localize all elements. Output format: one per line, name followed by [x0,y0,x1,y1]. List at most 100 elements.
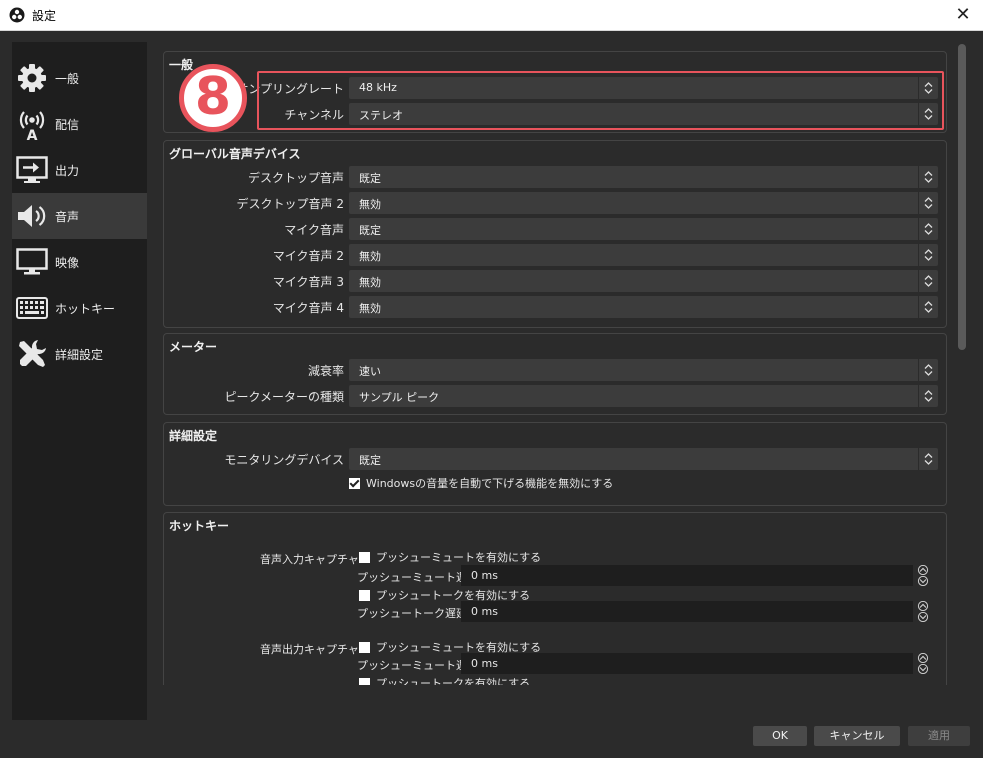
audio-device-row: マイク音声 4 無効 [164,296,948,318]
cancel-button[interactable]: キャンセル [814,726,900,746]
device-select[interactable]: 既定 [349,166,938,188]
device-select[interactable]: 無効 [349,192,938,214]
scrollbar-thumb[interactable] [958,44,966,350]
sidebar-item-hotkeys[interactable]: ホットキー [12,285,147,331]
spin-value: 0 ms [471,657,498,670]
settings-window: 一般 A 配信 出力 音声 映像 ホットキー 詳細設定 一般 サンプリングレート… [0,31,983,758]
push-talk-label: プッシュートークを有効にする [376,677,531,685]
group-title: 詳細設定 [169,429,218,443]
push-mute-checkbox[interactable] [359,551,370,563]
push-talk-checkbox[interactable] [359,589,370,601]
monitoring-select[interactable]: 既定 [349,448,938,470]
spin-up-icon [917,653,929,663]
spin-buttons[interactable] [915,601,931,622]
combo-value: サンプル ピーク [359,391,440,404]
keyboard-icon [15,291,49,325]
updown-chevron-icon [918,270,938,292]
ok-button[interactable]: OK [753,726,807,746]
device-select[interactable]: 無効 [349,270,938,292]
device-label: デスクトップ音声 2 [236,197,344,211]
ducking-checkbox-row[interactable]: Windowsの音量を自動で下げる機能を無効にする [349,475,613,491]
peak-type-row: ピークメーターの種類 サンプル ピーク [164,385,948,407]
sidebar-item-stream[interactable]: A 配信 [12,101,147,147]
combo-value: 無効 [359,198,381,211]
peak-type-label: ピークメーターの種類 [224,390,344,404]
speaker-icon [15,199,49,233]
device-label: マイク音声 [284,223,344,237]
sidebar-item-general[interactable]: 一般 [12,55,147,101]
meters-group: メーター 減衰率 速い ピークメーターの種類 サンプル ピーク [163,333,947,415]
combo-value: 無効 [359,302,381,315]
sidebar-item-label: ホットキー [55,301,116,316]
spin-down-icon [917,612,929,622]
device-select[interactable]: 無効 [349,296,938,318]
audio-device-row: デスクトップ音声 既定 [164,166,948,188]
sidebar-item-label: 詳細設定 [55,347,104,362]
sidebar-item-label: 映像 [55,255,80,270]
push-mute-checkbox[interactable] [359,641,370,653]
output-icon [15,153,49,187]
combo-value: 速い [359,365,381,378]
monitoring-row: モニタリングデバイス 既定 [164,448,948,470]
device-label: デスクトップ音声 [247,171,344,185]
decay-row: 減衰率 速い [164,359,948,381]
annotation-highlight-box [257,71,944,130]
push-mute-label: プッシューミュートを有効にする [376,551,542,564]
settings-sidebar: 一般 A 配信 出力 音声 映像 ホットキー 詳細設定 [12,42,147,720]
advanced-group: 詳細設定 モニタリングデバイス 既定 Windowsの音量を自動で下げる機能を無… [163,422,947,506]
push-mute-checkbox-row[interactable]: プッシューミュートを有効にする [359,549,541,565]
audio-device-row: マイク音声 3 無効 [164,270,948,292]
spin-down-icon [917,576,929,586]
combo-value: 無効 [359,250,381,263]
monitor-icon [15,245,49,279]
updown-chevron-icon [918,244,938,266]
combo-value: 既定 [359,454,381,467]
push-talk-delay-spinbox[interactable]: 0 ms [461,601,929,622]
ducking-checkbox[interactable] [349,477,360,489]
audio-device-row: マイク音声 2 無効 [164,244,948,266]
device-label: マイク音声 2 [272,249,344,263]
spin-value: 0 ms [471,605,498,618]
push-mute-delay-label: プッシューミュート遅延 [357,659,478,672]
device-select[interactable]: 既定 [349,218,938,240]
sidebar-item-video[interactable]: 映像 [12,239,147,285]
annotation-number: 8 [194,66,232,127]
gear-icon [15,61,49,95]
device-select[interactable]: 無効 [349,244,938,266]
settings-content: 一般 サンプリングレート 48 kHz チャンネル ステレオ グローバル音声デバ… [160,42,951,685]
sidebar-item-audio[interactable]: 音声 [12,193,147,239]
audio-device-row: マイク音声 既定 [164,218,948,240]
obs-logo-icon [9,7,25,23]
updown-chevron-icon [918,296,938,318]
peak-type-select[interactable]: サンプル ピーク [349,385,938,407]
sidebar-item-label: 出力 [55,163,80,178]
sidebar-item-advanced[interactable]: 詳細設定 [12,331,147,377]
annotation-number-badge: 8 [179,64,247,132]
content-scrollbar[interactable] [957,44,967,684]
combo-value: 無効 [359,276,381,289]
spin-buttons[interactable] [915,653,931,674]
updown-chevron-icon [918,448,938,470]
apply-button[interactable]: 適用 [908,726,970,746]
close-button[interactable]: ✕ [953,5,973,25]
sidebar-item-output[interactable]: 出力 [12,147,147,193]
push-talk-checkbox[interactable] [359,677,370,685]
group-title: グローバル音声デバイス [169,147,301,161]
capture-in-label: 音声入力キャプチャ [260,553,359,566]
push-mute-delay-spinbox[interactable]: 0 ms [461,653,929,674]
group-title: メーター [169,340,218,354]
updown-chevron-icon [918,166,938,188]
monitoring-label: モニタリングデバイス [224,453,344,467]
decay-label: 減衰率 [307,364,344,378]
sidebar-item-label: 一般 [55,71,80,86]
device-label: マイク音声 4 [272,301,344,315]
push-mute-delay-spinbox[interactable]: 0 ms [461,565,929,586]
sidebar-item-label: 音声 [55,209,80,224]
combo-value: 既定 [359,172,381,185]
ducking-label: Windowsの音量を自動で下げる機能を無効にする [366,477,614,490]
svg-text:A: A [27,128,38,141]
hotkeys-group: ホットキー 音声入力キャプチャ プッシューミュートを有効にする プッシューミュー… [163,512,947,685]
decay-select[interactable]: 速い [349,359,938,381]
spin-buttons[interactable] [915,565,931,586]
push-talk-checkbox-row[interactable]: プッシュートークを有効にする [359,675,530,685]
